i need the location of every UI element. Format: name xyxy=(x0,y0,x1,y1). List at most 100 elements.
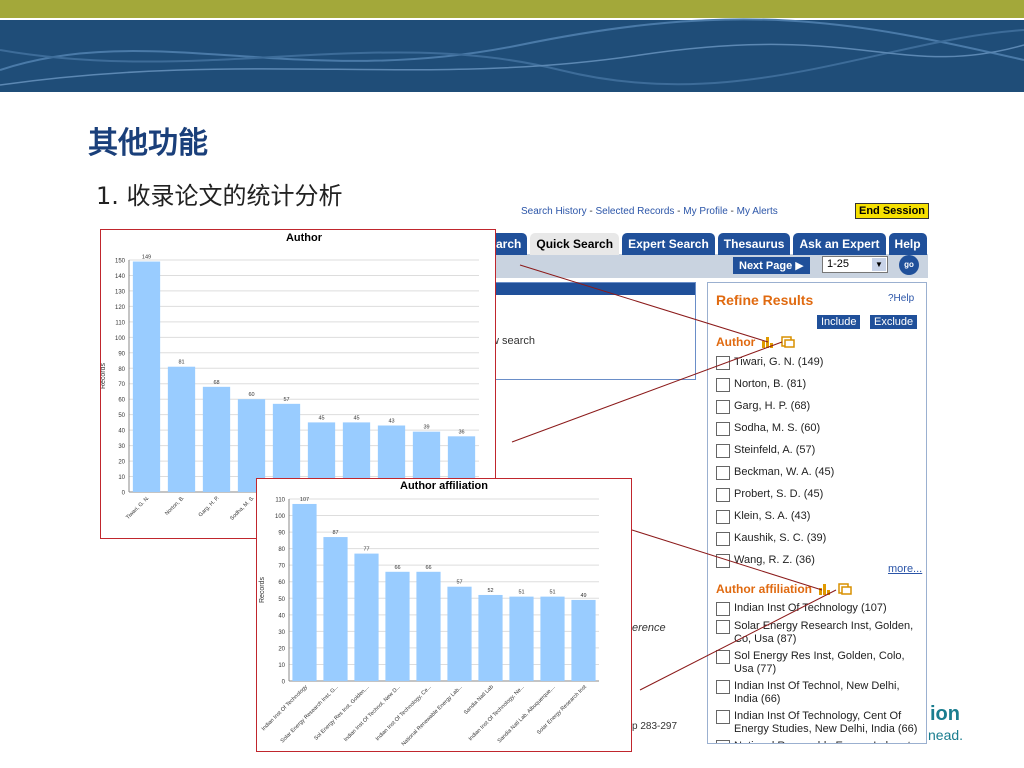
export-icon[interactable] xyxy=(838,583,852,595)
tab-expert-search[interactable]: Expert Search xyxy=(622,233,715,255)
refine-results-panel: Refine Results ?Help Include Exclude Aut… xyxy=(707,282,927,744)
y-tick-label: 0 xyxy=(282,680,286,686)
tab-ask-an-expert[interactable]: Ask an Expert xyxy=(793,233,886,255)
bar-value-label: 51 xyxy=(549,590,555,596)
checkbox[interactable] xyxy=(716,444,730,458)
bar xyxy=(416,571,441,681)
checkbox[interactable] xyxy=(716,554,730,568)
affiliation-facet-list: Indian Inst Of Technology (107) Solar Ene… xyxy=(716,602,926,743)
chart-title: Author affiliation xyxy=(400,480,488,492)
author-facet-label: Garg, H. P. (68) xyxy=(734,400,811,412)
checkbox[interactable] xyxy=(716,650,730,664)
affiliation-facet-item[interactable]: Indian Inst Of Technol, New Delhi, India… xyxy=(716,680,926,706)
chevron-down-icon: ▼ xyxy=(872,258,886,271)
affiliation-facet-label: Indian Inst Of Technol, New Delhi, India… xyxy=(734,680,900,705)
checkbox[interactable] xyxy=(716,740,730,743)
affiliation-chart-panel: Author affiliation 0 10 20 30 40 50 60 70 80 90 100… xyxy=(256,478,632,752)
my-alerts-link[interactable]: My Alerts xyxy=(737,206,778,217)
author-facet-label: Beckman, W. A. (45) xyxy=(734,466,835,478)
more-authors-link[interactable]: more... xyxy=(888,563,922,575)
search-history-link[interactable]: Search History xyxy=(521,206,587,217)
tab-thesaurus[interactable]: Thesaurus xyxy=(717,233,791,255)
bar-chart-icon[interactable] xyxy=(761,336,775,348)
y-tick-label: 80 xyxy=(118,367,125,373)
checkbox[interactable] xyxy=(716,532,730,546)
author-facet-label: Sodha, M. S. (60) xyxy=(734,422,821,434)
bar-value-label: 77 xyxy=(363,547,369,553)
y-tick-label: 140 xyxy=(115,274,126,280)
export-icon[interactable] xyxy=(781,336,796,348)
exclude-button[interactable]: Exclude xyxy=(870,315,918,329)
slide-title: 其他功能 xyxy=(88,126,208,161)
y-tick-label: 30 xyxy=(118,444,125,450)
y-tick-label: 50 xyxy=(118,413,125,419)
checkbox[interactable] xyxy=(716,422,730,436)
checkbox[interactable] xyxy=(716,400,730,414)
author-facet-item[interactable]: Tiwari, G. N. (149) xyxy=(716,356,924,370)
bar-value-label: 51 xyxy=(518,590,524,596)
my-profile-link[interactable]: My Profile xyxy=(683,206,727,217)
go-button[interactable]: go xyxy=(899,255,919,275)
affiliation-facet-item[interactable]: Indian Inst Of Technology, Cent Of Energ… xyxy=(716,710,926,736)
y-tick-label: 110 xyxy=(275,498,285,504)
bar-value-label: 60 xyxy=(248,392,254,398)
affiliation-facet-item[interactable]: Solar Energy Research Inst, Golden, Co, … xyxy=(716,620,926,646)
y-tick-label: 40 xyxy=(118,429,125,435)
next-page-button[interactable]: Next Page ▶ xyxy=(733,257,810,274)
y-tick-label: 70 xyxy=(278,564,285,570)
author-facet-item[interactable]: Norton, B. (81) xyxy=(716,378,924,392)
y-tick-label: 70 xyxy=(118,382,125,388)
checkbox[interactable] xyxy=(716,710,730,724)
tab-help[interactable]: Help xyxy=(888,233,927,255)
checkbox[interactable] xyxy=(716,466,730,480)
checkbox[interactable] xyxy=(716,378,730,392)
checkbox[interactable] xyxy=(716,680,730,694)
help-link[interactable]: ?Help xyxy=(888,293,914,304)
bar-value-label: 36 xyxy=(458,429,464,435)
author-facet-item[interactable]: Steinfeld, A. (57) xyxy=(716,444,924,458)
checkbox[interactable] xyxy=(716,510,730,524)
author-facet-item[interactable]: Sodha, M. S. (60) xyxy=(716,422,924,436)
author-facet-item[interactable]: Klein, S. A. (43) xyxy=(716,510,924,524)
checkbox[interactable] xyxy=(716,356,730,370)
y-tick-label: 50 xyxy=(278,597,285,603)
refine-results-title: Refine Results xyxy=(716,292,814,308)
bar-chart-icon[interactable] xyxy=(818,583,832,595)
new-search-link[interactable]: w search xyxy=(491,335,535,347)
author-facet-label: Wang, R. Z. (36) xyxy=(734,554,815,566)
end-session-button[interactable]: End Session xyxy=(855,203,930,219)
x-tick-label: Norton, B. xyxy=(164,495,186,517)
checkbox[interactable] xyxy=(716,602,730,616)
checkbox[interactable] xyxy=(716,620,730,634)
y-tick-label: 20 xyxy=(278,646,285,652)
top-links: Search History - Selected Records - My P… xyxy=(521,206,778,217)
selected-records-link[interactable]: Selected Records xyxy=(595,206,674,217)
x-tick-label: National Renewable Energy Lab... xyxy=(401,684,465,748)
author-facet-label: Norton, B. (81) xyxy=(734,378,807,390)
chart-title: Author xyxy=(286,232,323,244)
checkbox[interactable] xyxy=(716,488,730,502)
bar-value-label: 45 xyxy=(318,415,324,421)
x-tick-label: Indian Inst Of Technol, New D... xyxy=(343,684,402,743)
author-facet-label: Klein, S. A. (43) xyxy=(734,510,811,522)
author-facet-item[interactable]: Probert, S. D. (45) xyxy=(716,488,924,502)
include-button[interactable]: Include xyxy=(817,315,861,329)
author-facet-label: Kaushik, S. C. (39) xyxy=(734,532,827,544)
x-tick-label: Tiwari, G. N. xyxy=(125,495,151,521)
affiliation-facet-item[interactable]: National Renewable Energy Laboratory xyxy=(716,740,926,743)
bar xyxy=(323,537,348,681)
y-tick-label: 60 xyxy=(278,580,285,586)
affiliation-facet-item[interactable]: Indian Inst Of Technology (107) xyxy=(716,602,926,616)
results-range-select[interactable]: 1-25 ▼ xyxy=(822,256,888,273)
affiliation-facet-label: Indian Inst Of Technology, Cent Of Energ… xyxy=(734,710,918,735)
x-tick-label: Sandia Natl Lab, Albuquerque,... xyxy=(497,684,558,745)
affiliation-facet-label: National Renewable Energy Laboratory xyxy=(734,740,926,743)
affiliation-chart: Author affiliation 0 10 20 30 40 50 60 70 80 90 100… xyxy=(259,480,599,748)
author-facet-item[interactable]: Kaushik, S. C. (39) xyxy=(716,532,924,546)
author-facet-item[interactable]: Garg, H. P. (68) xyxy=(716,400,924,414)
author-facet-item[interactable]: Beckman, W. A. (45) xyxy=(716,466,924,480)
bar-value-label: 49 xyxy=(580,593,586,599)
affiliation-facet-item[interactable]: Sol Energy Res Inst, Golden, Colo, Usa (… xyxy=(716,650,926,676)
results-range-value: 1-25 xyxy=(827,258,850,270)
tab-quick-search[interactable]: Quick Search xyxy=(530,233,620,255)
